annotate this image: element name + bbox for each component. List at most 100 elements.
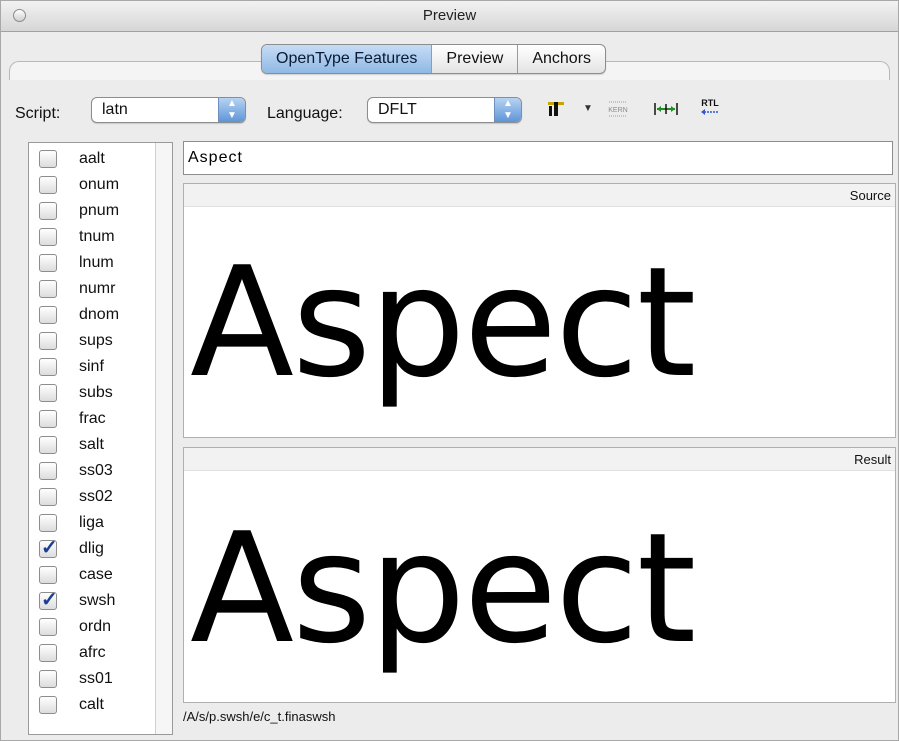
feature-row-swsh[interactable]: ✓ swsh xyxy=(39,589,115,613)
source-label: Source xyxy=(849,188,891,203)
feature-row-dlig[interactable]: ✓ dlig xyxy=(39,537,104,561)
result-label: Result xyxy=(854,452,891,467)
feature-checkbox-ss03[interactable] xyxy=(39,462,57,480)
dropdown-triangle-icon[interactable]: ▼ xyxy=(583,103,593,114)
feature-checkbox-numr[interactable] xyxy=(39,280,57,298)
language-select[interactable]: DFLT ▲ ▼ xyxy=(367,97,522,123)
feature-checkbox-ordn[interactable] xyxy=(39,618,57,636)
rtl-icon[interactable]: RTL xyxy=(698,97,722,122)
rtl-label: RTL xyxy=(701,98,719,108)
feature-row-calt[interactable]: calt xyxy=(39,693,104,717)
script-select[interactable]: latn ▲ ▼ xyxy=(91,97,246,123)
toolbar: Script: latn ▲ ▼ Language: DFLT ▲ ▼ ▼ KERN xyxy=(1,91,898,127)
result-panel: Result Aspect xyxy=(183,447,896,703)
source-panel: Source Aspect xyxy=(183,183,896,438)
feature-row-frac[interactable]: frac xyxy=(39,407,106,431)
feature-row-afrc[interactable]: afrc xyxy=(39,641,106,665)
language-label: Language: xyxy=(267,105,343,122)
feature-list[interactable]: aalt onum pnum tnum lnum numr dnom sups sinf subs… xyxy=(28,142,173,735)
feature-row-onum[interactable]: onum xyxy=(39,173,119,197)
feature-label: frac xyxy=(79,410,106,427)
glyph-name-path: /A/s/p.swsh/e/c_t.finaswsh xyxy=(183,709,336,724)
text-size-icon[interactable] xyxy=(547,99,565,120)
source-glyphs: Aspect xyxy=(190,234,696,411)
feature-checkbox-sinf[interactable] xyxy=(39,358,57,376)
tab-bar: OpenType Features Preview Anchors xyxy=(261,44,607,74)
feature-label: numr xyxy=(79,280,116,297)
feature-label: lnum xyxy=(79,254,114,271)
feature-label: afrc xyxy=(79,644,106,661)
popup-arrows-icon: ▲ ▼ xyxy=(494,98,521,122)
feature-label: dnom xyxy=(79,306,120,323)
script-label: Script: xyxy=(15,105,61,122)
feature-label: ordn xyxy=(79,618,112,635)
feature-row-pnum[interactable]: pnum xyxy=(39,199,119,223)
feature-label: sinf xyxy=(79,358,104,375)
feature-row-subs[interactable]: subs xyxy=(39,381,113,405)
checkmark-icon: ✓ xyxy=(41,537,58,559)
result-header: Result xyxy=(184,448,895,471)
feature-checkbox-ss01[interactable] xyxy=(39,670,57,688)
feature-checkbox-dnom[interactable] xyxy=(39,306,57,324)
tab-anchors[interactable]: Anchors xyxy=(518,45,605,73)
result-glyphs: Aspect xyxy=(190,500,696,677)
feature-row-ss02[interactable]: ss02 xyxy=(39,485,113,509)
feature-checkbox-case[interactable] xyxy=(39,566,57,584)
feature-label: tnum xyxy=(79,228,115,245)
feature-row-tnum[interactable]: tnum xyxy=(39,225,115,249)
feature-checkbox-liga[interactable] xyxy=(39,514,57,532)
feature-row-lnum[interactable]: lnum xyxy=(39,251,114,275)
feature-checkbox-subs[interactable] xyxy=(39,384,57,402)
feature-row-ordn[interactable]: ordn xyxy=(39,615,111,639)
feature-label: liga xyxy=(79,514,104,531)
kern-label: KERN xyxy=(608,107,627,114)
window-title: Preview xyxy=(422,7,477,24)
feature-checkbox-frac[interactable] xyxy=(39,410,57,428)
feature-row-ss01[interactable]: ss01 xyxy=(39,667,113,691)
tab-preview[interactable]: Preview xyxy=(432,45,519,73)
spacing-icon[interactable] xyxy=(653,101,679,120)
preview-window: Preview OpenType Features Preview Anchor… xyxy=(0,0,899,741)
feature-checkbox-afrc[interactable] xyxy=(39,644,57,662)
feature-label: case xyxy=(79,566,113,583)
feature-row-case[interactable]: case xyxy=(39,563,113,587)
feature-label: subs xyxy=(79,384,113,401)
feature-row-aalt[interactable]: aalt xyxy=(39,147,105,171)
checkmark-icon: ✓ xyxy=(41,589,58,611)
feature-checkbox-pnum[interactable] xyxy=(39,202,57,220)
feature-checkbox-aalt[interactable] xyxy=(39,150,57,168)
script-value: latn xyxy=(102,101,128,118)
feature-label: pnum xyxy=(79,202,120,219)
feature-checkbox-sups[interactable] xyxy=(39,332,57,350)
source-header: Source xyxy=(184,184,895,207)
feature-checkbox-lnum[interactable] xyxy=(39,254,57,272)
feature-checkbox-salt[interactable] xyxy=(39,436,57,454)
feature-label: sups xyxy=(79,332,113,349)
feature-checkbox-dlig[interactable]: ✓ xyxy=(39,537,58,559)
feature-row-salt[interactable]: salt xyxy=(39,433,104,457)
feature-label: calt xyxy=(79,696,104,713)
sample-text-value: Aspect xyxy=(188,149,243,166)
feature-row-numr[interactable]: numr xyxy=(39,277,115,301)
language-value: DFLT xyxy=(378,101,417,118)
feature-row-liga[interactable]: liga xyxy=(39,511,104,535)
feature-label: ss01 xyxy=(79,670,113,687)
feature-label: aalt xyxy=(79,150,105,167)
tab-opentype-features[interactable]: OpenType Features xyxy=(262,45,433,73)
feature-row-sups[interactable]: sups xyxy=(39,329,113,353)
feature-row-ss03[interactable]: ss03 xyxy=(39,459,113,483)
feature-row-dnom[interactable]: dnom xyxy=(39,303,119,327)
kern-icon[interactable]: KERN xyxy=(607,99,629,122)
feature-checkbox-swsh[interactable]: ✓ xyxy=(39,589,58,611)
sample-text-input[interactable]: Aspect xyxy=(183,141,893,175)
feature-label: swsh xyxy=(79,592,116,609)
feature-checkbox-tnum[interactable] xyxy=(39,228,57,246)
feature-checkbox-onum[interactable] xyxy=(39,176,57,194)
feature-label: onum xyxy=(79,176,120,193)
feature-checkbox-calt[interactable] xyxy=(39,696,57,714)
feature-checkbox-ss02[interactable] xyxy=(39,488,57,506)
feature-label: ss02 xyxy=(79,488,113,505)
feature-list-scrollbar[interactable] xyxy=(155,143,172,734)
title-bar: Preview xyxy=(1,1,898,32)
feature-row-sinf[interactable]: sinf xyxy=(39,355,104,379)
